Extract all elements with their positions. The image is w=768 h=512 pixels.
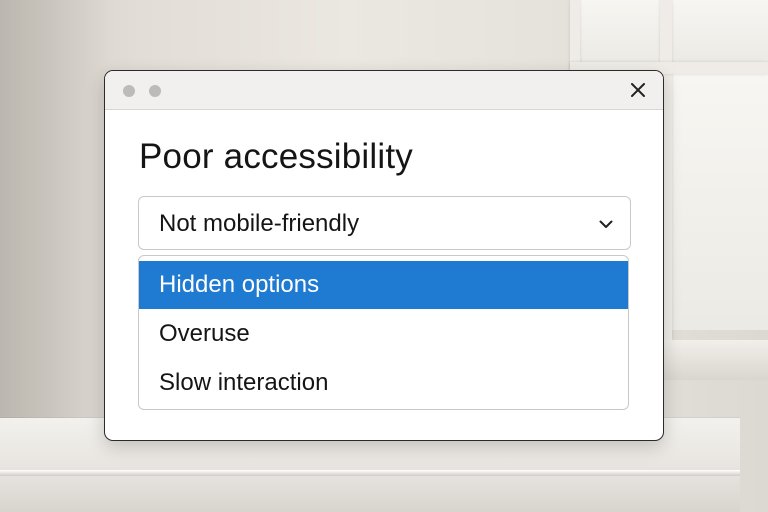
close-icon[interactable] (627, 79, 649, 101)
dialog-window: Poor accessibility Not mobile-friendly H… (104, 70, 664, 441)
dropdown-option[interactable]: Hidden options (139, 261, 628, 309)
chevron-down-icon (599, 220, 613, 228)
dialog-title: Poor accessibility (139, 137, 413, 176)
dropdown-select[interactable]: Not mobile-friendly (138, 196, 631, 250)
dropdown-option[interactable]: Slow interaction (139, 359, 628, 407)
dropdown-list: Hidden options Overuse Slow interaction (138, 255, 629, 410)
dropdown-selected-value: Not mobile-friendly (159, 210, 360, 237)
window-control-dot[interactable] (149, 85, 161, 97)
background-table-edge (0, 470, 740, 476)
title-bar (105, 71, 663, 110)
window-control-dot[interactable] (123, 85, 135, 97)
dropdown-option[interactable]: Overuse (139, 310, 628, 358)
